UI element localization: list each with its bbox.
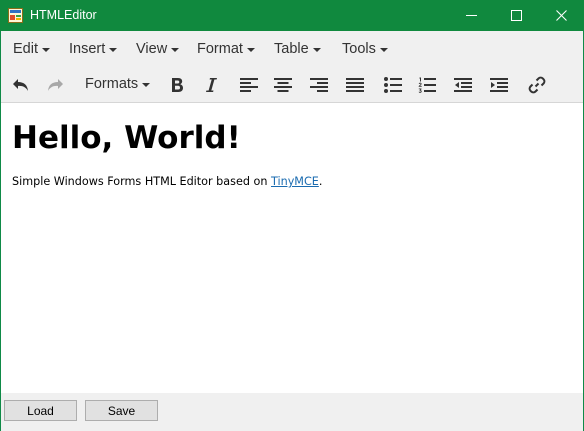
chevron-down-icon	[42, 47, 50, 52]
menu-tools-label: Tools	[342, 41, 376, 57]
menu-format-label: Format	[197, 41, 243, 57]
maximize-button[interactable]	[494, 0, 539, 31]
title-bar[interactable]: HTMLEditor	[0, 0, 584, 31]
close-icon	[556, 10, 567, 21]
align-left-icon	[240, 78, 258, 92]
bottom-button-bar: Load Save	[1, 393, 583, 431]
save-button[interactable]: Save	[85, 400, 158, 421]
numbered-list-button[interactable]	[415, 73, 439, 97]
chevron-down-icon	[246, 47, 255, 52]
align-right-button[interactable]	[307, 73, 331, 97]
align-justify-button[interactable]	[343, 73, 367, 97]
link-button[interactable]	[525, 73, 549, 97]
content-paragraph: Simple Windows Forms HTML Editor based o…	[12, 174, 322, 189]
chevron-down-icon	[109, 47, 118, 52]
align-center-icon	[274, 78, 292, 92]
formats-dropdown[interactable]: Formats	[85, 76, 151, 92]
menu-view[interactable]: View	[136, 41, 180, 57]
undo-button[interactable]	[9, 73, 33, 97]
minimize-icon	[466, 10, 477, 21]
bold-button[interactable]	[165, 73, 189, 97]
align-left-button[interactable]	[237, 73, 261, 97]
app-icon	[8, 8, 23, 23]
menu-insert[interactable]: Insert	[69, 41, 118, 57]
link-icon	[528, 76, 546, 94]
menu-format[interactable]: Format	[197, 41, 255, 57]
app-window: HTMLEditor Edit Insert View Format Table…	[0, 0, 584, 431]
editor-content-area[interactable]: Hello, World! Simple Windows Forms HTML …	[1, 103, 583, 393]
menu-table[interactable]: Table	[274, 41, 321, 57]
menu-tools[interactable]: Tools	[342, 41, 388, 57]
chevron-down-icon	[142, 82, 151, 87]
menu-table-label: Table	[274, 41, 309, 57]
outdent-icon	[454, 78, 472, 92]
menu-edit-label: Edit	[13, 41, 38, 57]
italic-button[interactable]	[199, 73, 223, 97]
menu-bar: Edit Insert View Format Table Tools	[1, 31, 583, 67]
chevron-down-icon	[379, 47, 388, 52]
indent-button[interactable]	[487, 73, 511, 97]
paragraph-text: Simple Windows Forms HTML Editor based o…	[12, 175, 271, 188]
chevron-down-icon	[312, 47, 321, 52]
maximize-icon	[511, 10, 522, 21]
outdent-button[interactable]	[451, 73, 475, 97]
indent-icon	[490, 78, 508, 92]
tinymce-link[interactable]: TinyMCE	[271, 175, 319, 188]
content-heading: Hello, World!	[12, 120, 241, 156]
italic-icon	[204, 77, 218, 93]
load-button[interactable]: Load	[4, 400, 77, 421]
undo-icon	[12, 77, 30, 93]
formats-label: Formats	[85, 76, 139, 92]
redo-icon	[46, 77, 64, 93]
paragraph-suffix: .	[318, 175, 323, 188]
menu-insert-label: Insert	[69, 41, 106, 57]
bold-icon	[170, 77, 184, 93]
align-right-icon	[310, 78, 328, 92]
close-button[interactable]	[539, 0, 584, 31]
numbered-list-icon	[418, 77, 436, 94]
align-center-button[interactable]	[271, 73, 295, 97]
window-title: HTMLEditor	[30, 8, 97, 22]
menu-view-label: View	[136, 41, 168, 57]
minimize-button[interactable]	[449, 0, 494, 31]
redo-button[interactable]	[43, 73, 67, 97]
bullet-list-button[interactable]	[381, 73, 405, 97]
align-justify-icon	[346, 78, 364, 92]
chevron-down-icon	[171, 47, 180, 52]
editor-toolbar: Formats	[1, 67, 583, 103]
bullet-list-icon	[384, 77, 402, 93]
menu-edit[interactable]: Edit	[13, 41, 50, 57]
